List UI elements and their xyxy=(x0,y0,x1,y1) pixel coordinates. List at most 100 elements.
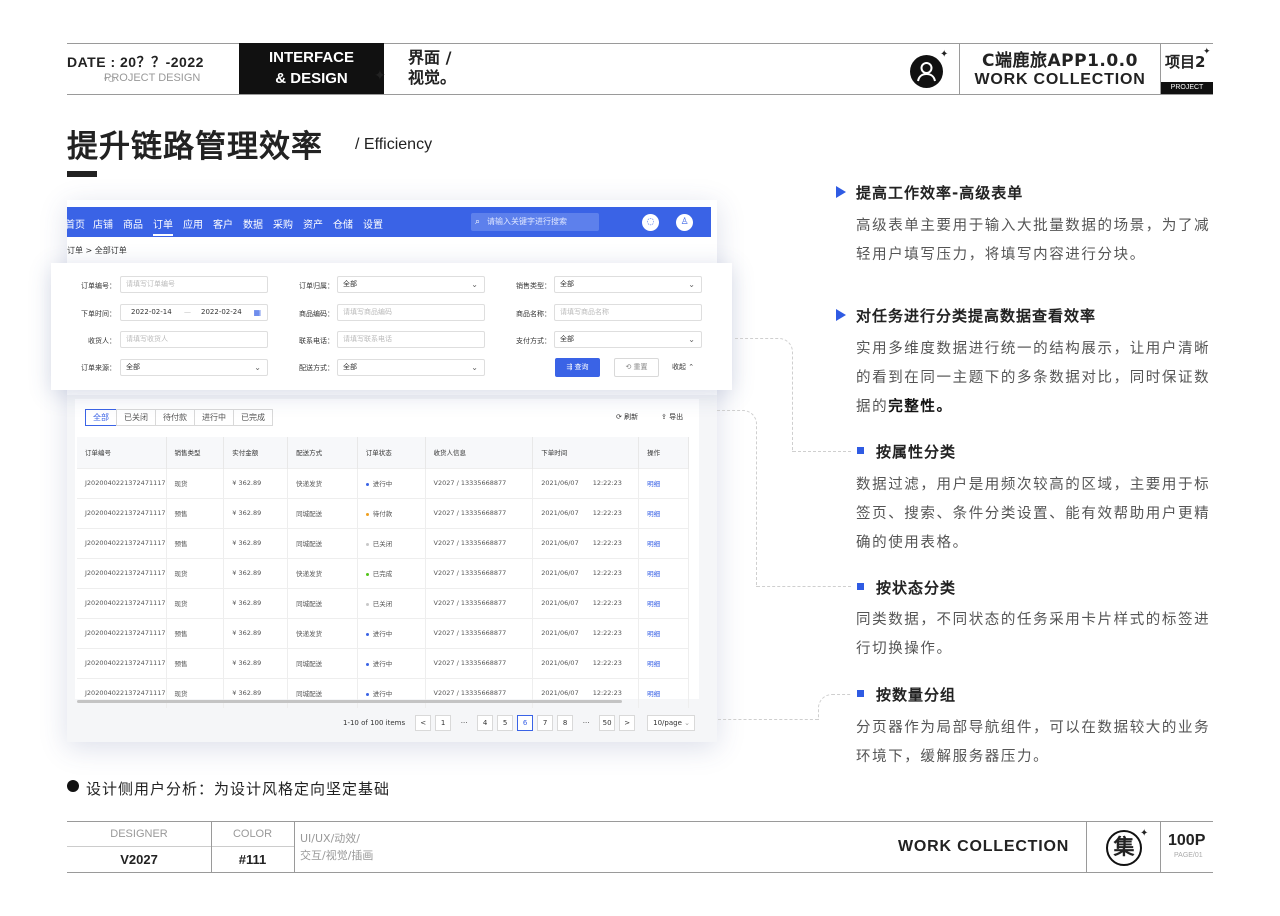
table-row: J2020040221372471117 现货 ¥ 362.89 同城配送 已关闭 V20… xyxy=(77,587,689,618)
cell-type: 现货 xyxy=(166,587,225,618)
reset-button[interactable]: ⟲ 重置 xyxy=(614,358,659,377)
goods-name-input[interactable]: 请填写商品名称 xyxy=(554,304,702,321)
pager-page-button[interactable]: 1 xyxy=(435,715,452,731)
detail-link[interactable]: 明细 xyxy=(638,527,689,558)
nav-item[interactable]: 设置 xyxy=(363,216,383,231)
order-no-label: 订单编号： xyxy=(81,282,116,290)
table-area: 全部 已关闭 待付款 进行中 已完成 ⟳ 刷新 ⇪ 导出 订单编号 销售类型 实付金额 配送方… xyxy=(67,395,717,742)
nav-item[interactable]: 客户 xyxy=(213,216,233,231)
section-category-text: 实用多维度数据进行统一的结构展示，让用户清晰的看到在同一主题下的多条数据对比，同… xyxy=(856,335,1216,422)
detail-link[interactable]: 明细 xyxy=(638,617,689,648)
detail-link[interactable]: 明细 xyxy=(638,497,689,528)
breadcrumb: 订单 > 全部订单 xyxy=(67,246,127,255)
goods-code-input[interactable]: 请填写商品编码 xyxy=(337,304,485,321)
interface-design-badge: INTERFACE & DESIGN xyxy=(239,43,384,94)
badge-line-1: INTERFACE xyxy=(268,49,354,66)
collection-logo-icon: 集 xyxy=(1106,830,1142,866)
order-date: 2021/06/07 xyxy=(541,539,579,547)
status-text: 已关闭 xyxy=(372,540,393,548)
cell-date: 2021/06/07 12:22:23 xyxy=(532,677,640,708)
nav-item[interactable]: 商品 xyxy=(123,216,143,231)
tab-closed[interactable]: 已关闭 xyxy=(116,409,156,426)
page-size-value: 10/page xyxy=(653,719,682,727)
cell-id: J2020040221372471117 xyxy=(77,647,167,678)
pager-page-button[interactable]: 7 xyxy=(537,715,554,731)
tab-in-progress[interactable]: 进行中 xyxy=(194,409,234,426)
order-date: 2021/06/07 xyxy=(541,629,579,637)
sale-type-select[interactable]: 全部 ⌄ xyxy=(554,276,702,293)
export-button[interactable]: ⇪ 导出 xyxy=(661,412,683,422)
date-range-picker[interactable]: 2022-02-14 — 2022-02-24 ▦ xyxy=(120,304,268,321)
status-text: 待付款 xyxy=(372,510,393,518)
nav-item[interactable]: 采购 xyxy=(273,216,293,231)
receiver-input[interactable]: 请填写收货人 xyxy=(120,331,268,348)
refresh-button[interactable]: ⟳ 刷新 xyxy=(616,412,638,422)
detail-link[interactable]: 明细 xyxy=(638,647,689,678)
order-no-input[interactable]: 请填写订单编号 xyxy=(120,276,268,293)
footer-top-rule xyxy=(67,821,1213,822)
pager-page-button[interactable]: 4 xyxy=(477,715,494,731)
pager-page-button[interactable]: 8 xyxy=(557,715,574,731)
page-size-select[interactable]: 10/page ⌄ xyxy=(647,715,696,731)
search-input[interactable]: ⌕ 请输入关键字进行搜索 xyxy=(471,213,599,231)
cell-ship: 同城配送 xyxy=(287,587,358,618)
nav-item[interactable]: 首页 xyxy=(67,216,85,231)
tab-all[interactable]: 全部 xyxy=(85,409,117,426)
sparkle-icon: ✦ xyxy=(940,49,949,60)
footer-collection-title: WORK COLLECTION xyxy=(898,838,1070,855)
pager-page-button[interactable]: 6 xyxy=(517,715,534,731)
nav-item[interactable]: 资产 xyxy=(303,216,323,231)
horizontal-scrollbar[interactable] xyxy=(77,700,622,703)
nav-item[interactable]: 店铺 xyxy=(93,216,113,231)
phone-input[interactable]: 请填写联系电话 xyxy=(337,331,485,348)
cell-type: 预售 xyxy=(166,497,225,528)
cell-date: 2021/06/07 12:22:23 xyxy=(532,527,640,558)
detail-link[interactable]: 明细 xyxy=(638,677,689,708)
pager-ellipsis: ··· xyxy=(460,719,468,727)
detail-link[interactable]: 明细 xyxy=(638,587,689,618)
detail-link[interactable]: 明细 xyxy=(638,557,689,588)
cell-amt: ¥ 362.89 xyxy=(223,617,289,648)
project-number: 项目2 xyxy=(1165,53,1206,71)
status-text: 进行中 xyxy=(372,660,393,668)
cell-date: 2021/06/07 12:22:23 xyxy=(532,497,640,528)
cell-rcv: V2027 / 13335668877 xyxy=(425,587,534,618)
message-icon[interactable]: ◌ xyxy=(642,214,659,231)
pager-total: 1-10 of 100 items xyxy=(343,719,406,727)
tab-done[interactable]: 已完成 xyxy=(233,409,273,426)
chevron-down-icon: ⌄ xyxy=(688,335,695,344)
nav-item[interactable]: 应用 xyxy=(183,216,203,231)
ship-select[interactable]: 全部 ⌄ xyxy=(337,359,485,376)
nav-item[interactable]: 数据 xyxy=(243,216,263,231)
nav-item-active[interactable]: 订单 xyxy=(153,216,173,236)
source-select[interactable]: 全部 ⌄ xyxy=(120,359,268,376)
pagination: 1-10 of 100 items <1 ··· 4 5 6 7 8 ··· 50 >10/page… xyxy=(343,715,699,731)
query-button[interactable]: ⇶ 查询 xyxy=(555,358,600,377)
pager-prev-button[interactable]: < xyxy=(415,715,432,731)
cn-line-2: 视觉。 xyxy=(408,68,457,87)
pay-select[interactable]: 全部 ⌄ xyxy=(554,331,702,348)
cell-status: 进行中 xyxy=(357,467,426,498)
triangle-bullet-icon xyxy=(836,186,846,198)
pager-page-button[interactable]: 5 xyxy=(497,715,514,731)
detail-link[interactable]: 明细 xyxy=(638,467,689,498)
export-label: 导出 xyxy=(669,413,684,421)
chevron-down-icon: ⌄ xyxy=(471,280,478,289)
belong-select[interactable]: 全部 ⌄ xyxy=(337,276,485,293)
pager-next-button[interactable]: > xyxy=(619,715,636,731)
collapse-button[interactable]: 收起 ⌃ xyxy=(672,362,694,372)
cell-id: J2020040221372471117 xyxy=(77,587,167,618)
project-tag: PROJECT xyxy=(1161,82,1213,94)
section-quantity-title: 按数量分组 xyxy=(876,686,957,704)
user-icon[interactable]: ♙ xyxy=(676,214,693,231)
tab-unpaid[interactable]: 待付款 xyxy=(155,409,195,426)
pager-ellipsis: ··· xyxy=(582,719,590,727)
user-avatar-icon xyxy=(910,55,943,88)
top-nav-bar: 首页 店铺 商品 订单 应用 客户 数据 采购 资产 仓储 设置 ⌕ 请输入关键… xyxy=(67,207,711,237)
pager-page-button[interactable]: 50 xyxy=(599,715,616,731)
order-date: 2021/06/07 xyxy=(541,659,579,667)
cell-ship: 同城配送 xyxy=(287,497,358,528)
nav-item[interactable]: 仓储 xyxy=(333,216,353,231)
order-time: 12:22:23 xyxy=(592,539,622,547)
footer-inner-rule xyxy=(67,846,294,847)
